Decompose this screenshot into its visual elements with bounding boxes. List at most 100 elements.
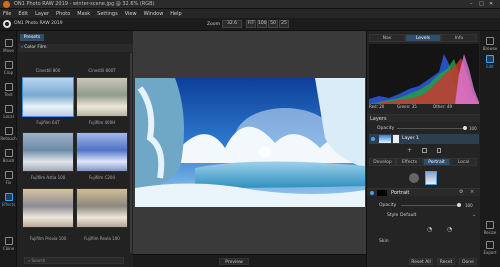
preset-thumb[interactable]	[76, 77, 128, 117]
face-thumbnail[interactable]	[425, 171, 437, 185]
menu-mask[interactable]: Mask	[77, 11, 90, 17]
layer-mask-thumbnail	[393, 135, 399, 143]
tool-effects[interactable]: Effects	[0, 193, 17, 207]
menu-settings[interactable]: Settings	[97, 11, 118, 17]
text-icon	[4, 83, 13, 91]
style-label: Style	[387, 213, 399, 218]
face-detection-icon[interactable]	[409, 173, 419, 183]
module-strip: Browse Edit Resize Export	[480, 31, 500, 267]
duplicate-layer-icon[interactable]	[422, 148, 427, 153]
fix-icon	[4, 171, 13, 179]
module-resize[interactable]: Resize	[480, 221, 500, 235]
browse-icon	[486, 37, 494, 45]
zoom-fit-button[interactable]: FIT	[246, 20, 256, 28]
delete-layer-icon[interactable]	[437, 148, 441, 153]
tool-fix[interactable]: Fix	[0, 171, 17, 185]
thumb-label: Fujifilm 400H	[88, 120, 116, 125]
window-title: ON1 Photo RAW 2019 - winter-scene.jpg @ …	[14, 1, 155, 7]
zoom-50-button[interactable]: 50	[268, 20, 278, 28]
module-browse[interactable]: Browse	[480, 37, 500, 51]
presets-tab[interactable]: Presets	[20, 34, 44, 41]
thumb-label: Fujifilm Astia 100	[30, 175, 66, 180]
bottom-bar: Preview	[133, 254, 433, 267]
preset-search-field[interactable]: ⌕ Search	[24, 257, 124, 264]
menu-edit[interactable]: Edit	[18, 11, 28, 17]
style-dropdown[interactable]: Default	[400, 213, 416, 218]
tool-local[interactable]: Local	[0, 105, 17, 119]
tab-effects[interactable]: Effects	[396, 158, 423, 166]
layer-opacity-slider[interactable]	[397, 128, 467, 129]
add-layer-icon[interactable]: +	[407, 147, 412, 154]
browser-scrollbar[interactable]	[130, 53, 132, 253]
portrait-opacity-value: 100	[465, 203, 473, 208]
menu-window[interactable]: Window	[144, 11, 164, 17]
menu-file[interactable]: File	[3, 11, 11, 17]
panel-close-icon[interactable]: ×	[470, 189, 474, 195]
tab-levels[interactable]: Levels	[405, 34, 441, 42]
tool-brush[interactable]: Brush	[0, 149, 17, 163]
app-logo-icon	[3, 1, 10, 8]
module-export[interactable]: Export	[480, 241, 500, 255]
chevron-down-icon[interactable]: ⌄	[472, 212, 476, 218]
title-bar: ON1 Photo RAW 2019 - winter-scene.jpg @ …	[0, 0, 500, 9]
local-icon	[4, 105, 13, 113]
preset-thumb[interactable]	[22, 77, 74, 117]
tab-info[interactable]: Info	[441, 34, 477, 42]
tab-develop[interactable]: Develop	[369, 158, 396, 166]
menu-help[interactable]: Help	[170, 11, 181, 17]
preview-button[interactable]: Preview	[219, 258, 249, 265]
layer-opacity-label: Opacity	[377, 126, 395, 131]
reset-all-button[interactable]: Reset All	[409, 258, 433, 265]
clone-icon	[4, 237, 13, 245]
menu-layer[interactable]: Layer	[35, 11, 49, 17]
portrait-enable-icon[interactable]	[370, 191, 374, 195]
menu-view[interactable]: View	[125, 11, 137, 17]
thumb-label: Cinestill 800	[35, 68, 61, 73]
portrait-panel-header[interactable]: Portrait ⚙ ×	[367, 188, 481, 196]
face-brush-icon[interactable]: ◔	[447, 226, 452, 233]
edit-icon	[486, 55, 494, 63]
layer-row[interactable]: Layer 1	[369, 134, 479, 144]
portrait-opacity-slider[interactable]	[401, 205, 461, 206]
tool-crop[interactable]: Crop	[0, 61, 17, 75]
category-header[interactable]: ‹ Color Film	[18, 44, 133, 52]
zoom-100-button[interactable]: 100	[257, 20, 267, 28]
brush-icon	[4, 149, 13, 157]
maximize-icon[interactable]: □	[479, 1, 484, 7]
tool-clone[interactable]: Clone	[0, 237, 17, 251]
done-button[interactable]: Done	[459, 258, 477, 265]
layer-opacity-knob[interactable]	[463, 126, 467, 130]
portrait-opacity-knob[interactable]	[457, 203, 461, 207]
reset-button[interactable]: Reset	[437, 258, 455, 265]
resize-icon	[486, 221, 494, 229]
visibility-icon[interactable]	[371, 137, 375, 141]
zoom-25-button[interactable]: 25	[279, 20, 289, 28]
tool-text[interactable]: Text	[0, 83, 17, 97]
preset-thumb[interactable]	[22, 132, 74, 172]
panel-settings-icon[interactable]: ⚙	[459, 189, 463, 195]
menu-photo[interactable]: Photo	[56, 11, 70, 17]
preset-thumb[interactable]	[76, 132, 128, 172]
tab-local[interactable]: Local	[450, 158, 477, 166]
tab-portrait[interactable]: Portrait	[423, 158, 450, 166]
tool-retouch[interactable]: Retouch	[0, 127, 17, 141]
layer-thumbnail	[379, 135, 391, 143]
crop-icon	[4, 61, 13, 69]
eye-brush-icon[interactable]: ◔	[427, 226, 432, 233]
menu-bar: File Edit Layer Photo Mask Settings View…	[0, 9, 500, 18]
preset-thumb[interactable]	[76, 188, 128, 228]
layer-name: Layer 1	[402, 136, 419, 141]
zoom-label: Zoom	[207, 22, 220, 27]
module-edit[interactable]: Edit	[480, 55, 500, 69]
thumb-label: Fujifilm Provia 100	[29, 236, 67, 241]
zoom-value-field[interactable]: 32.6	[222, 20, 242, 28]
histogram	[369, 44, 479, 104]
close-icon[interactable]: ✕	[489, 1, 493, 7]
minimize-icon[interactable]: –	[470, 1, 473, 7]
photo-canvas[interactable]	[135, 78, 365, 207]
histogram-red: Red: 20	[369, 104, 385, 109]
tool-move[interactable]: Move	[0, 39, 17, 53]
preset-thumb[interactable]	[22, 188, 74, 228]
layer-opacity-value: 100	[469, 126, 477, 131]
tab-nav[interactable]: Nav	[369, 34, 405, 42]
